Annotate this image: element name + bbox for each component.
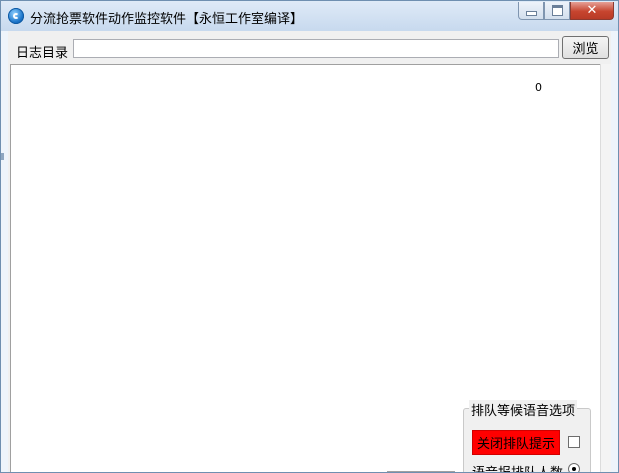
app-window: 分流抢票软件动作监控软件【永恒工作室编译】 ✕ 日志目录 浏览 0 排队等候语音… xyxy=(0,0,619,473)
app-icon xyxy=(8,8,24,24)
client-area: 日志目录 浏览 0 排队等候语音选项 关闭排队提示 语音报排队人数 xyxy=(8,31,611,472)
minimize-icon xyxy=(525,11,537,16)
close-queue-prompt-checkbox[interactable] xyxy=(568,436,580,448)
maximize-icon xyxy=(551,5,563,16)
voice-queue-count-radio[interactable] xyxy=(568,463,580,472)
queue-voice-options-group: 排队等候语音选项 关闭排队提示 语音报排队人数 xyxy=(463,400,591,472)
caption-buttons: ✕ xyxy=(518,2,614,21)
close-icon: ✕ xyxy=(586,3,598,18)
title-bar[interactable]: 分流抢票软件动作监控软件【永恒工作室编译】 ✕ xyxy=(1,1,618,31)
close-queue-prompt-button[interactable]: 关闭排队提示 xyxy=(472,430,560,455)
voice-queue-count-label: 语音报排队人数 xyxy=(472,462,563,472)
log-vertical-scrollbar[interactable] xyxy=(600,64,611,472)
log-dir-input[interactable] xyxy=(73,39,559,58)
minimize-button[interactable] xyxy=(518,2,544,20)
browse-button[interactable]: 浏览 xyxy=(562,36,609,59)
log-counter: 0 xyxy=(535,81,542,94)
log-dir-label: 日志目录 xyxy=(16,46,69,61)
close-button[interactable]: ✕ xyxy=(570,2,614,20)
window-edge-grip xyxy=(1,153,4,160)
window-title: 分流抢票软件动作监控软件【永恒工作室编译】 xyxy=(30,12,304,27)
queue-options-title: 排队等候语音选项 xyxy=(469,400,578,419)
maximize-button[interactable] xyxy=(544,2,570,20)
